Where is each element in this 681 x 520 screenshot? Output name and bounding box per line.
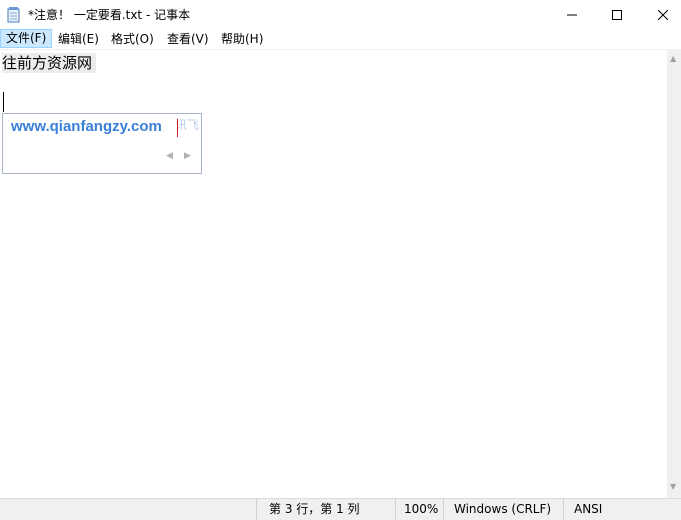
menu-file[interactable]: 文件(F)	[0, 29, 53, 48]
ime-candidate-window: 讯飞 www.qianfangzy.com ◀ ▶	[2, 113, 202, 174]
menu-bar: 文件(F) 编辑(E) 格式(O) 查看(V) 帮助(H)	[0, 29, 681, 50]
zoom-level: 100%	[395, 499, 443, 520]
minimize-icon	[567, 14, 577, 16]
close-icon	[658, 10, 668, 20]
text-caret	[3, 92, 4, 112]
menu-format[interactable]: 格式(O)	[106, 30, 159, 49]
text-editor[interactable]: 往前方资源网 讯飞 www.qianfangzy.com ◀ ▶	[0, 50, 667, 498]
menu-edit[interactable]: 编辑(E)	[53, 30, 104, 49]
minimize-button[interactable]	[549, 0, 595, 30]
close-button[interactable]	[640, 0, 681, 30]
maximize-button[interactable]	[594, 0, 640, 30]
ime-prev-page-icon[interactable]: ◀	[166, 151, 173, 161]
line-ending: Windows (CRLF)	[443, 499, 563, 520]
notepad-icon	[7, 7, 21, 23]
maximize-icon	[612, 10, 622, 20]
ime-logo: 讯飞	[175, 118, 200, 132]
scroll-up-icon[interactable]: ▲	[670, 54, 676, 63]
title-bar: *注意！ 一定要看.txt - 记事本	[0, 0, 681, 30]
ime-caret	[177, 119, 178, 137]
encoding: ANSI	[563, 499, 681, 520]
ime-next-page-icon[interactable]: ▶	[184, 151, 191, 161]
cursor-position: 第 3 行，第 1 列	[256, 499, 395, 520]
menu-help[interactable]: 帮助(H)	[216, 30, 268, 49]
ime-composition-text: www.qianfangzy.com	[11, 118, 162, 135]
window-title: *注意！ 一定要看.txt - 记事本	[28, 8, 191, 22]
menu-view[interactable]: 查看(V)	[162, 30, 214, 49]
status-bar: 第 3 行，第 1 列 100% Windows (CRLF) ANSI	[0, 498, 681, 520]
text-line-1: 往前方资源网	[2, 53, 97, 73]
vertical-scrollbar[interactable]: ▲ ▼	[667, 50, 681, 498]
scroll-down-icon[interactable]: ▼	[670, 482, 676, 491]
